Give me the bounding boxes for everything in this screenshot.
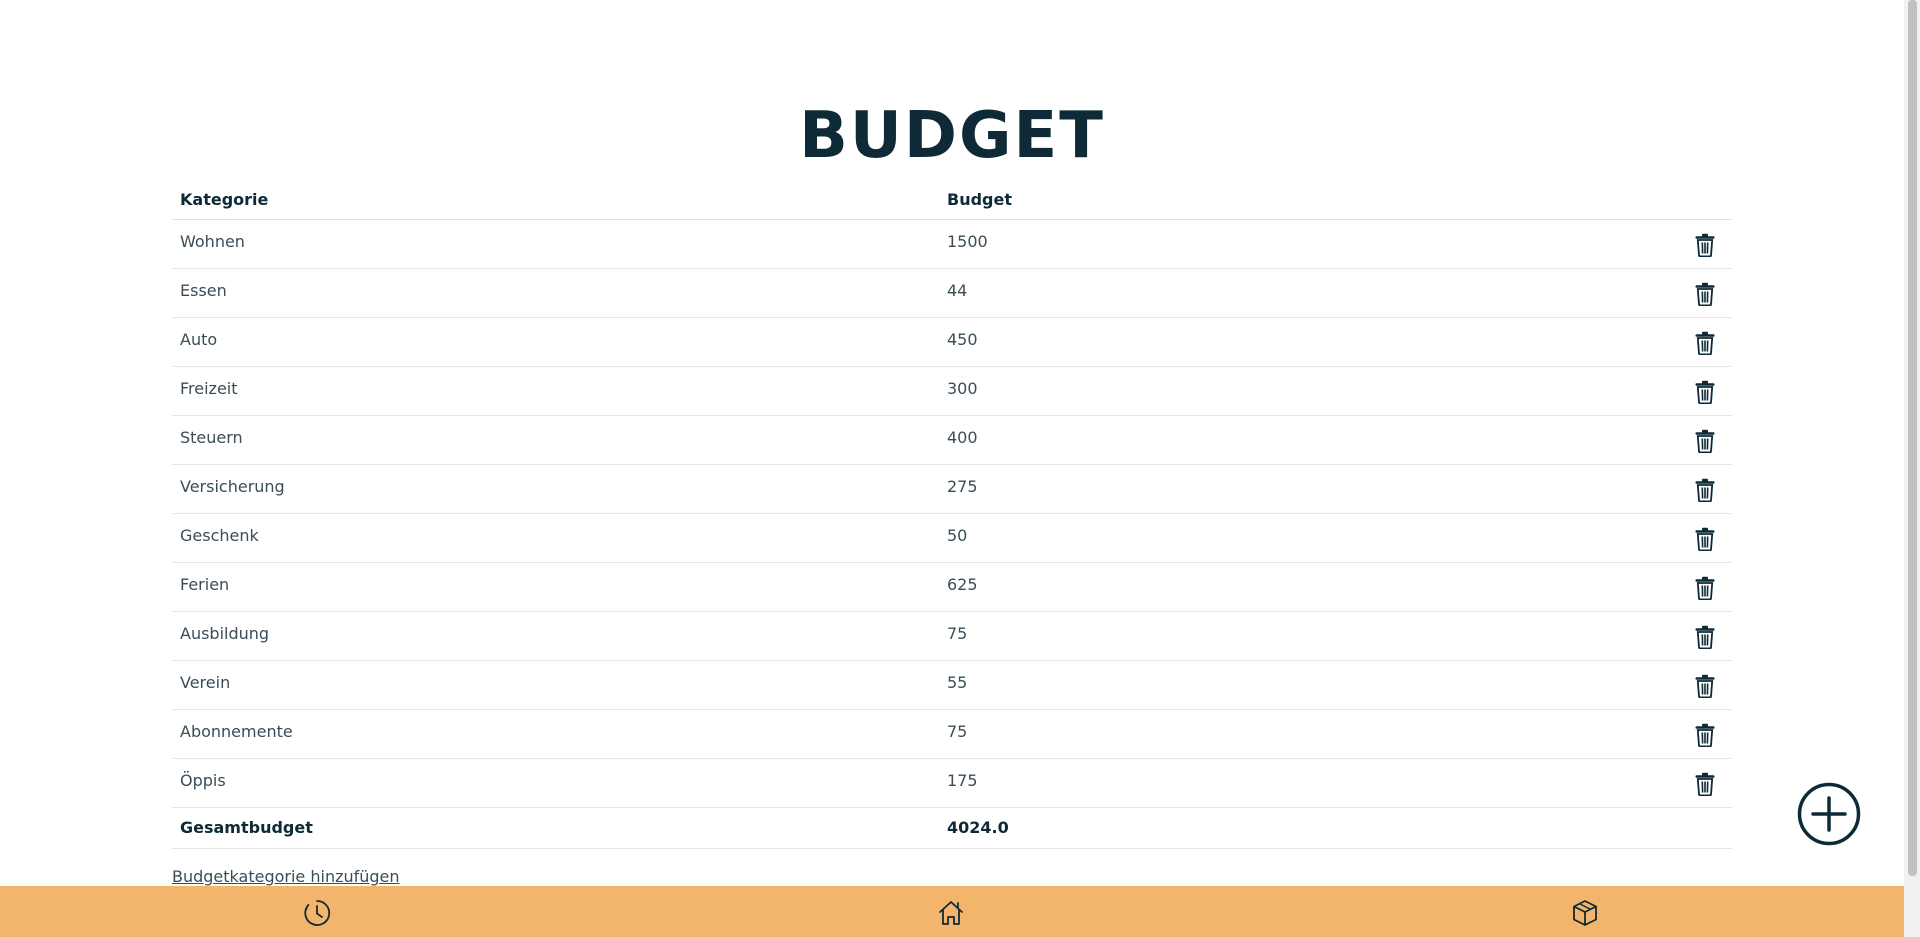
trash-icon[interactable] <box>1694 331 1716 356</box>
row-budget: 300 <box>947 379 978 398</box>
table-row: Geschenk 50 <box>172 514 1732 563</box>
row-category: Freizeit <box>180 379 238 398</box>
table-row: Auto 450 <box>172 318 1732 367</box>
table-row: Ausbildung 75 <box>172 612 1732 661</box>
budget-table: Kategorie Budget Wohnen 1500 Essen 44 Auto 45… <box>172 184 1732 849</box>
row-category: Ausbildung <box>180 624 270 643</box>
table-row: Wohnen 1500 <box>172 220 1732 269</box>
vertical-scrollbar[interactable] <box>1904 0 1920 937</box>
header-category: Kategorie <box>180 190 269 209</box>
total-label: Gesamtbudget <box>180 818 313 837</box>
row-category: Versicherung <box>180 477 285 496</box>
trash-icon[interactable] <box>1694 576 1716 601</box>
trash-icon[interactable] <box>1694 674 1716 699</box>
trash-icon[interactable] <box>1694 282 1716 307</box>
row-category: Abonnemente <box>180 722 293 741</box>
table-row: Versicherung 275 <box>172 465 1732 514</box>
table-row: Abonnemente 75 <box>172 710 1732 759</box>
total-row: Gesamtbudget 4024.0 <box>172 808 1732 849</box>
row-budget: 175 <box>947 771 978 790</box>
plus-circle-icon[interactable] <box>1797 782 1861 846</box>
row-category: Verein <box>180 673 231 692</box>
table-header-row: Kategorie Budget <box>172 184 1732 220</box>
row-budget: 1500 <box>947 232 988 251</box>
row-category: Essen <box>180 281 227 300</box>
box-icon[interactable] <box>1570 898 1600 928</box>
row-category: Auto <box>180 330 218 349</box>
row-budget: 75 <box>947 624 968 643</box>
row-category: Ferien <box>180 575 230 594</box>
row-category: Wohnen <box>180 232 245 251</box>
home-icon[interactable] <box>936 898 966 928</box>
trash-icon[interactable] <box>1694 429 1716 454</box>
row-budget: 75 <box>947 722 968 741</box>
header-budget: Budget <box>947 190 1012 209</box>
row-budget: 50 <box>947 526 968 545</box>
row-budget: 625 <box>947 575 978 594</box>
trash-icon[interactable] <box>1694 772 1716 797</box>
table-row: Steuern 400 <box>172 416 1732 465</box>
table-body: Wohnen 1500 Essen 44 Auto 450 Freizeit 300 Steue… <box>172 220 1732 808</box>
row-budget: 400 <box>947 428 978 447</box>
row-budget: 450 <box>947 330 978 349</box>
row-budget: 55 <box>947 673 968 692</box>
history-clock-icon[interactable] <box>302 898 332 928</box>
budget-page: BUDGET Kategorie Budget Wohnen 1500 Essen 4… <box>0 0 1920 937</box>
row-budget: 275 <box>947 477 978 496</box>
table-row: Verein 55 <box>172 661 1732 710</box>
trash-icon[interactable] <box>1694 380 1716 405</box>
total-value: 4024.0 <box>947 818 1009 837</box>
trash-icon[interactable] <box>1694 527 1716 552</box>
table-row: Essen 44 <box>172 269 1732 318</box>
row-budget: 44 <box>947 281 968 300</box>
table-row: Ferien 625 <box>172 563 1732 612</box>
add-category-link[interactable]: Budgetkategorie hinzufügen <box>172 867 400 886</box>
row-category: Öppis <box>180 771 226 790</box>
trash-icon[interactable] <box>1694 233 1716 258</box>
trash-icon[interactable] <box>1694 723 1716 748</box>
page-title: BUDGET <box>799 99 1105 173</box>
trash-icon[interactable] <box>1694 478 1716 503</box>
trash-icon[interactable] <box>1694 625 1716 650</box>
bottom-nav <box>0 886 1904 937</box>
table-row: Freizeit 300 <box>172 367 1732 416</box>
table-row: Öppis 175 <box>172 759 1732 808</box>
row-category: Steuern <box>180 428 243 447</box>
scrollbar-thumb[interactable] <box>1908 0 1917 876</box>
row-category: Geschenk <box>180 526 259 545</box>
